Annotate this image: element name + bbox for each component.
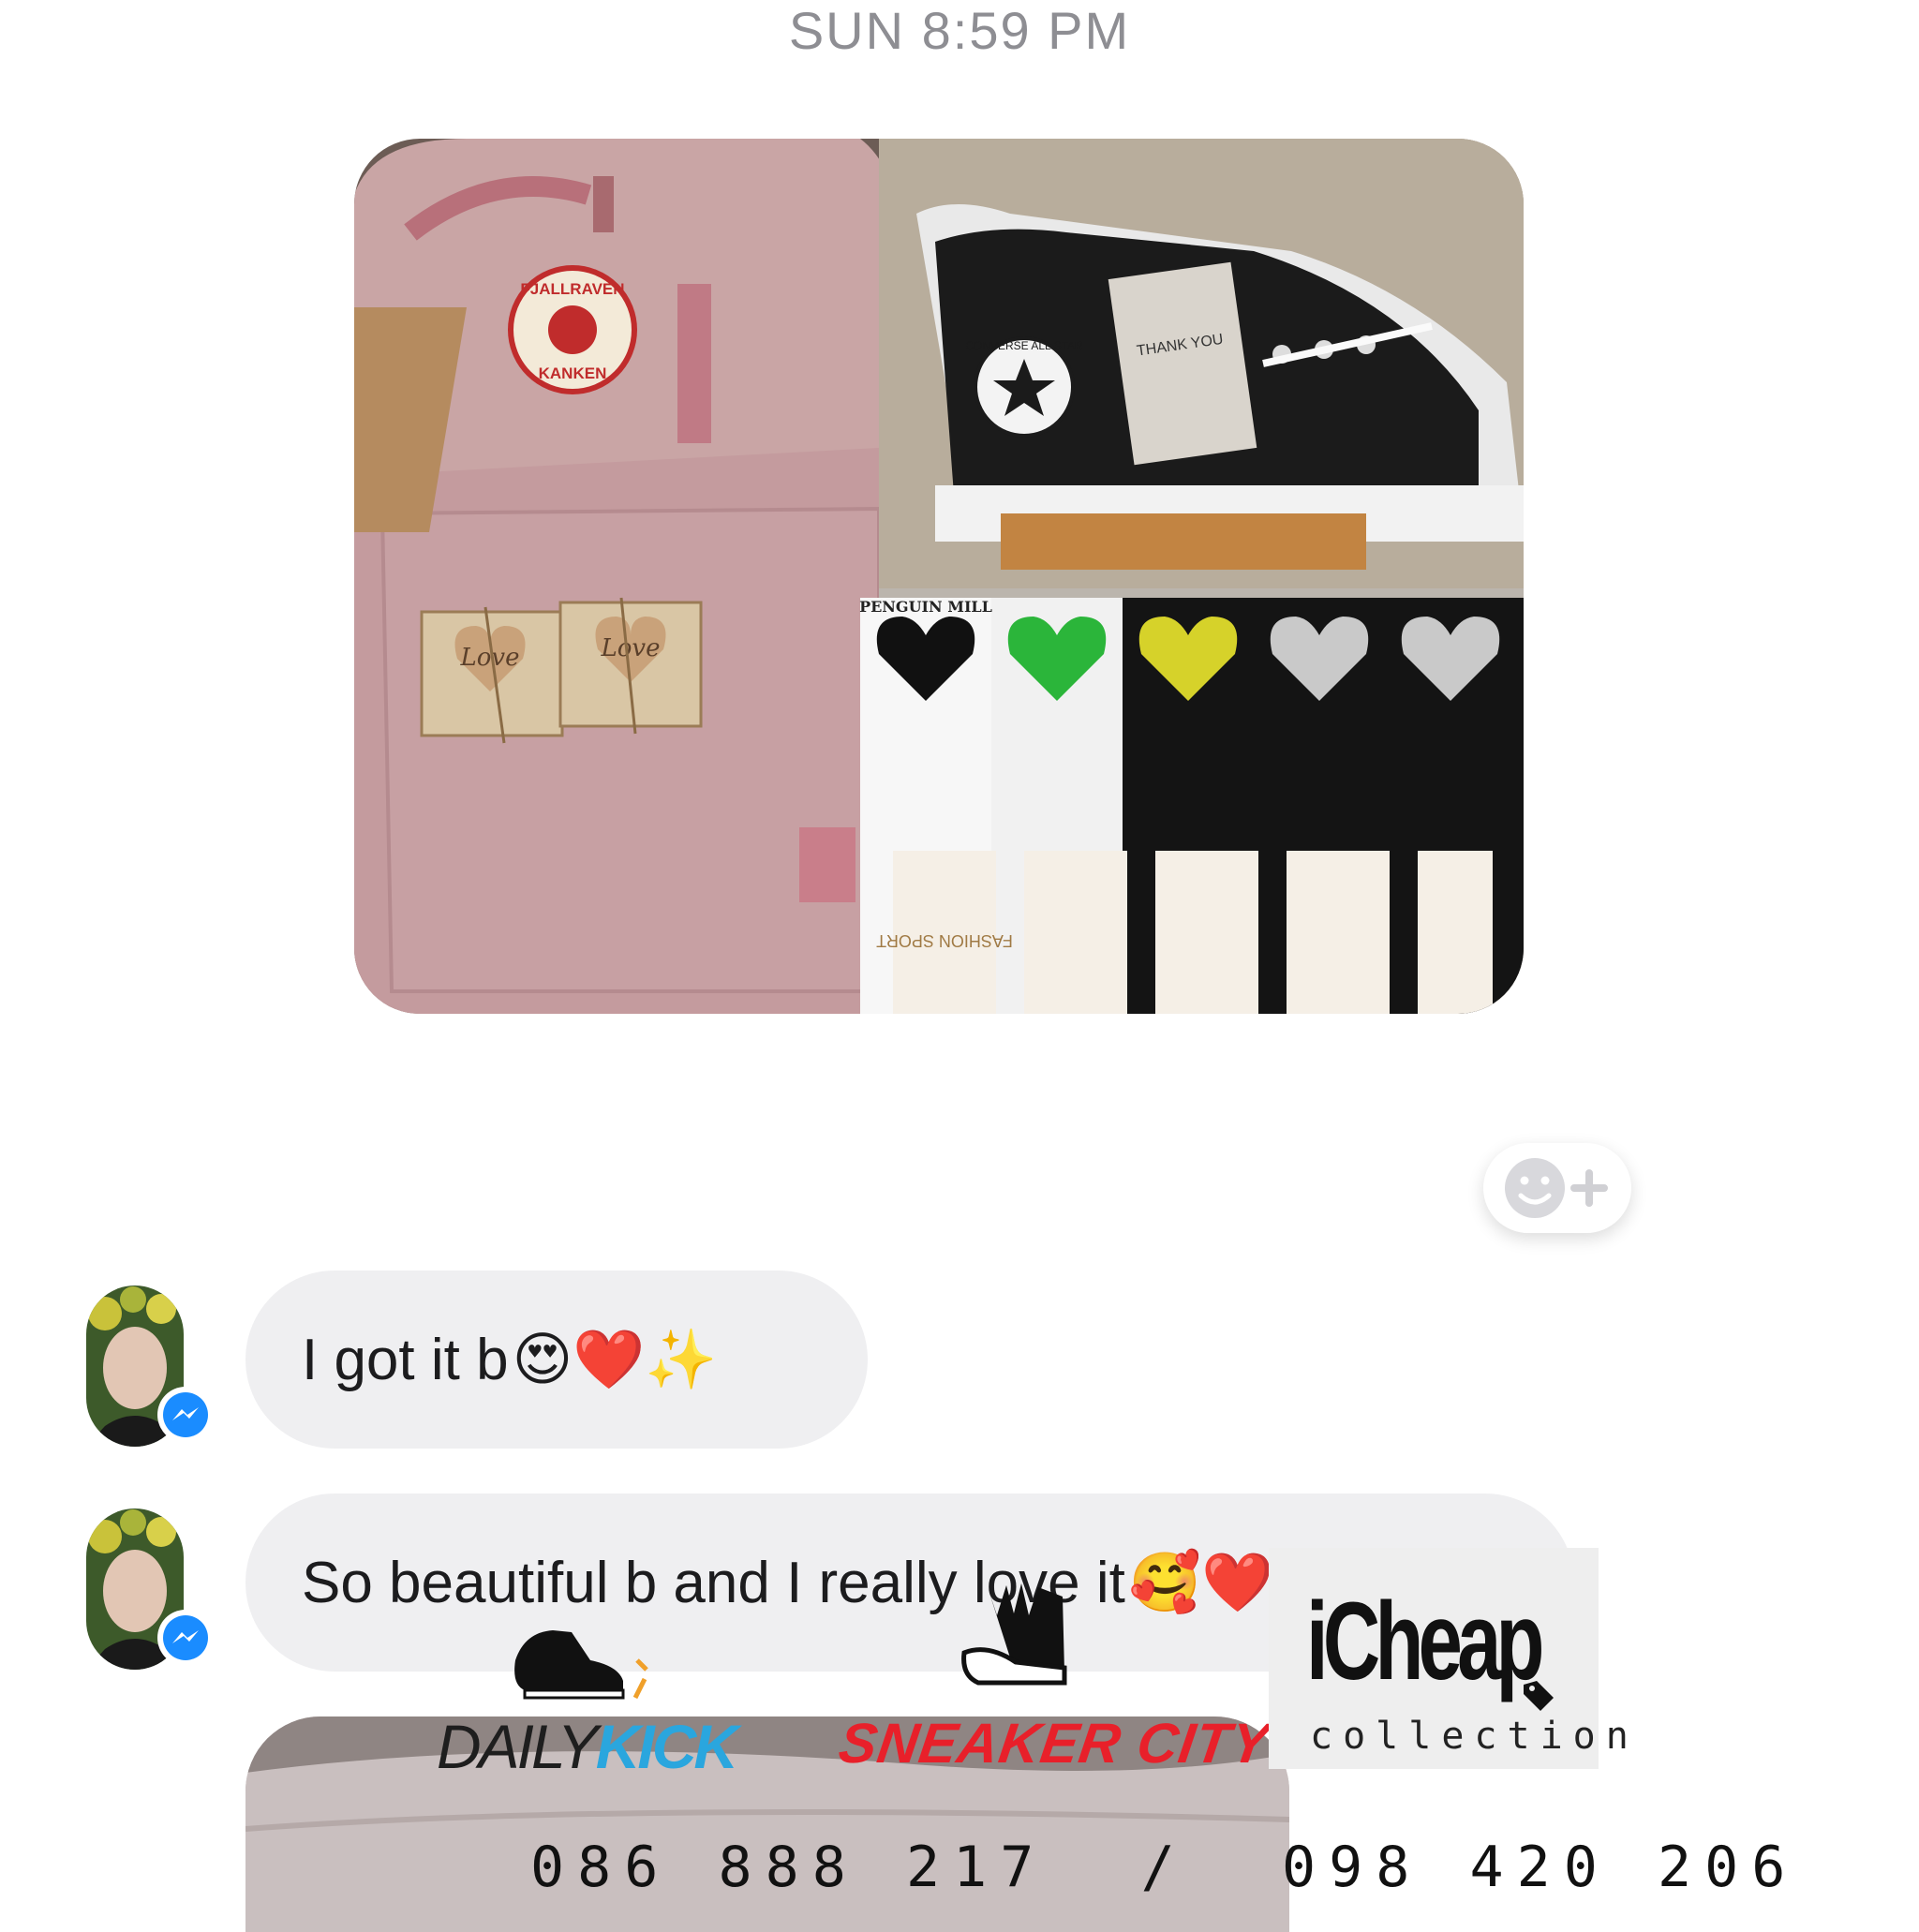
messenger-badge	[157, 1387, 214, 1443]
message-timestamp: SUN 8:59 PM	[788, 1, 1131, 60]
sock-brand-label: PENGUIN MILL	[859, 598, 992, 616]
shoe-patch-text: CONVERSE ALL STAR	[965, 339, 1083, 352]
messenger-badge	[157, 1610, 214, 1666]
backpack-logo-top: FJALLRAVEN	[520, 280, 624, 298]
love-boxes: Love Love	[420, 597, 703, 744]
icheap-subtitle: collection	[1310, 1715, 1639, 1758]
product-photo: FJALLRAVEN KANKEN Love Love CONVERSE ALL	[354, 139, 1524, 1014]
message-text: I got it b	[302, 1327, 509, 1392]
socks-image: PENGUIN MILL FASHION SPORT	[859, 588, 1524, 1014]
backpack-logo-bottom: KANKEN	[539, 364, 607, 382]
messenger-icon	[163, 1615, 208, 1660]
sneaker-logo-icon	[514, 1630, 648, 1700]
icheap-name: iCheap	[1306, 1580, 1544, 1703]
photo-message[interactable]: FJALLRAVEN KANKEN Love Love CONVERSE ALL	[354, 139, 1524, 1014]
daily-kick-logo: DAILYKICK	[437, 1711, 738, 1782]
add-reaction-button[interactable]	[1483, 1143, 1631, 1233]
smiley-plus-icon	[1505, 1158, 1608, 1218]
message-emoji: 😍❤️✨	[512, 1328, 718, 1392]
love-box-right-text: Love	[601, 634, 661, 662]
backpack-image: FJALLRAVEN KANKEN	[354, 139, 916, 1014]
daily-kick-logo-part1: DAILY	[437, 1712, 599, 1781]
sneaker-logo-icon	[961, 1583, 1067, 1686]
message-bubble[interactable]: I got it b 😍❤️✨	[245, 1271, 868, 1449]
messenger-icon	[163, 1392, 208, 1437]
sneaker-city-logo: SNEAKER CITY	[835, 1712, 1274, 1775]
daily-kick-logo-part2: KICK	[595, 1712, 738, 1781]
sender-avatar[interactable]	[86, 1508, 214, 1670]
icheap-logo: iCheap collection	[1269, 1548, 1629, 1769]
sock-tag-label: FASHION SPORT	[876, 931, 1013, 950]
watermark-phone-numbers: 086 888 217 / 098 420 206	[530, 1835, 1799, 1900]
shoe-image: CONVERSE ALL STAR THANK YOU	[879, 139, 1524, 598]
price-tag-icon	[1524, 1681, 1554, 1711]
sender-avatar[interactable]	[86, 1286, 214, 1447]
